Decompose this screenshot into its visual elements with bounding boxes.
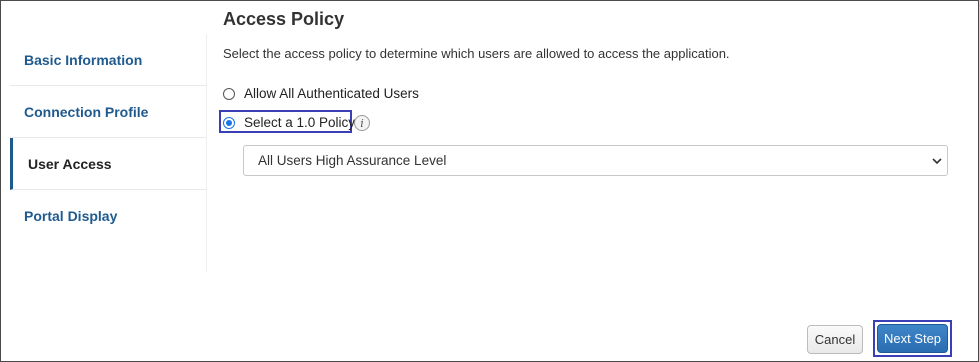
sidebar-item-portal-display[interactable]: Portal Display [10,190,207,242]
sidebar-item-user-access[interactable]: User Access [10,138,207,190]
page-description: Select the access policy to determine wh… [223,46,730,61]
sidebar-item-label: Connection Profile [24,103,149,120]
wizard-sidebar: Basic Information Connection Profile Use… [10,34,207,272]
next-step-button[interactable]: Next Step [877,324,948,353]
sidebar-item-label: Basic Information [24,51,143,68]
sidebar-item-connection-profile[interactable]: Connection Profile [10,86,207,138]
option-allow-all-authenticated[interactable]: Allow All Authenticated Users [223,86,419,101]
sidebar-item-basic-information[interactable]: Basic Information [10,34,207,86]
app-frame: Basic Information Connection Profile Use… [0,0,979,362]
radio-select-policy[interactable] [223,116,235,129]
policy-select[interactable]: All Users High Assurance Level [243,145,948,176]
chevron-down-icon [931,155,943,167]
radio-allow-all-authenticated[interactable] [223,87,235,100]
cancel-button[interactable]: Cancel [807,325,863,354]
page-title: Access Policy [223,9,345,29]
policy-select-value: All Users High Assurance Level [258,153,447,168]
sidebar-item-label: User Access [28,155,112,172]
option-label: Select a 1.0 Policy [244,115,356,130]
option-label: Allow All Authenticated Users [244,86,419,101]
option-select-policy[interactable]: Select a 1.0 Policy [223,115,355,130]
sidebar-item-label: Portal Display [24,208,118,224]
sidebar-divider [206,34,207,272]
info-icon[interactable]: i [354,115,370,131]
